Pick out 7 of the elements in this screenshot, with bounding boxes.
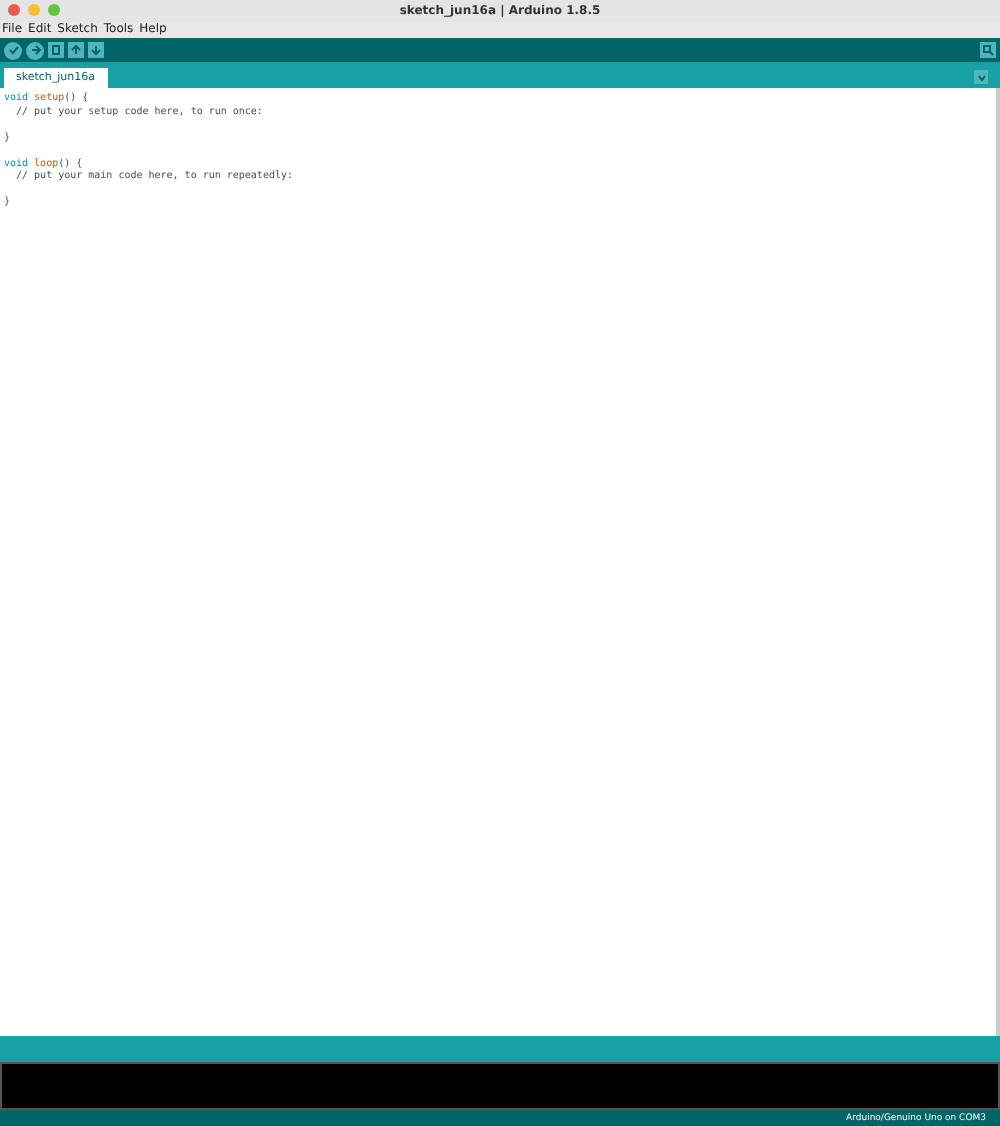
dropdown-button[interactable] <box>974 70 988 84</box>
verify-button[interactable] <box>4 41 22 59</box>
open-button[interactable] <box>68 42 84 58</box>
new-button[interactable] <box>48 42 64 58</box>
upload-button[interactable] <box>26 41 44 59</box>
save-button[interactable] <box>88 42 104 58</box>
search-button[interactable] <box>980 42 996 58</box>
